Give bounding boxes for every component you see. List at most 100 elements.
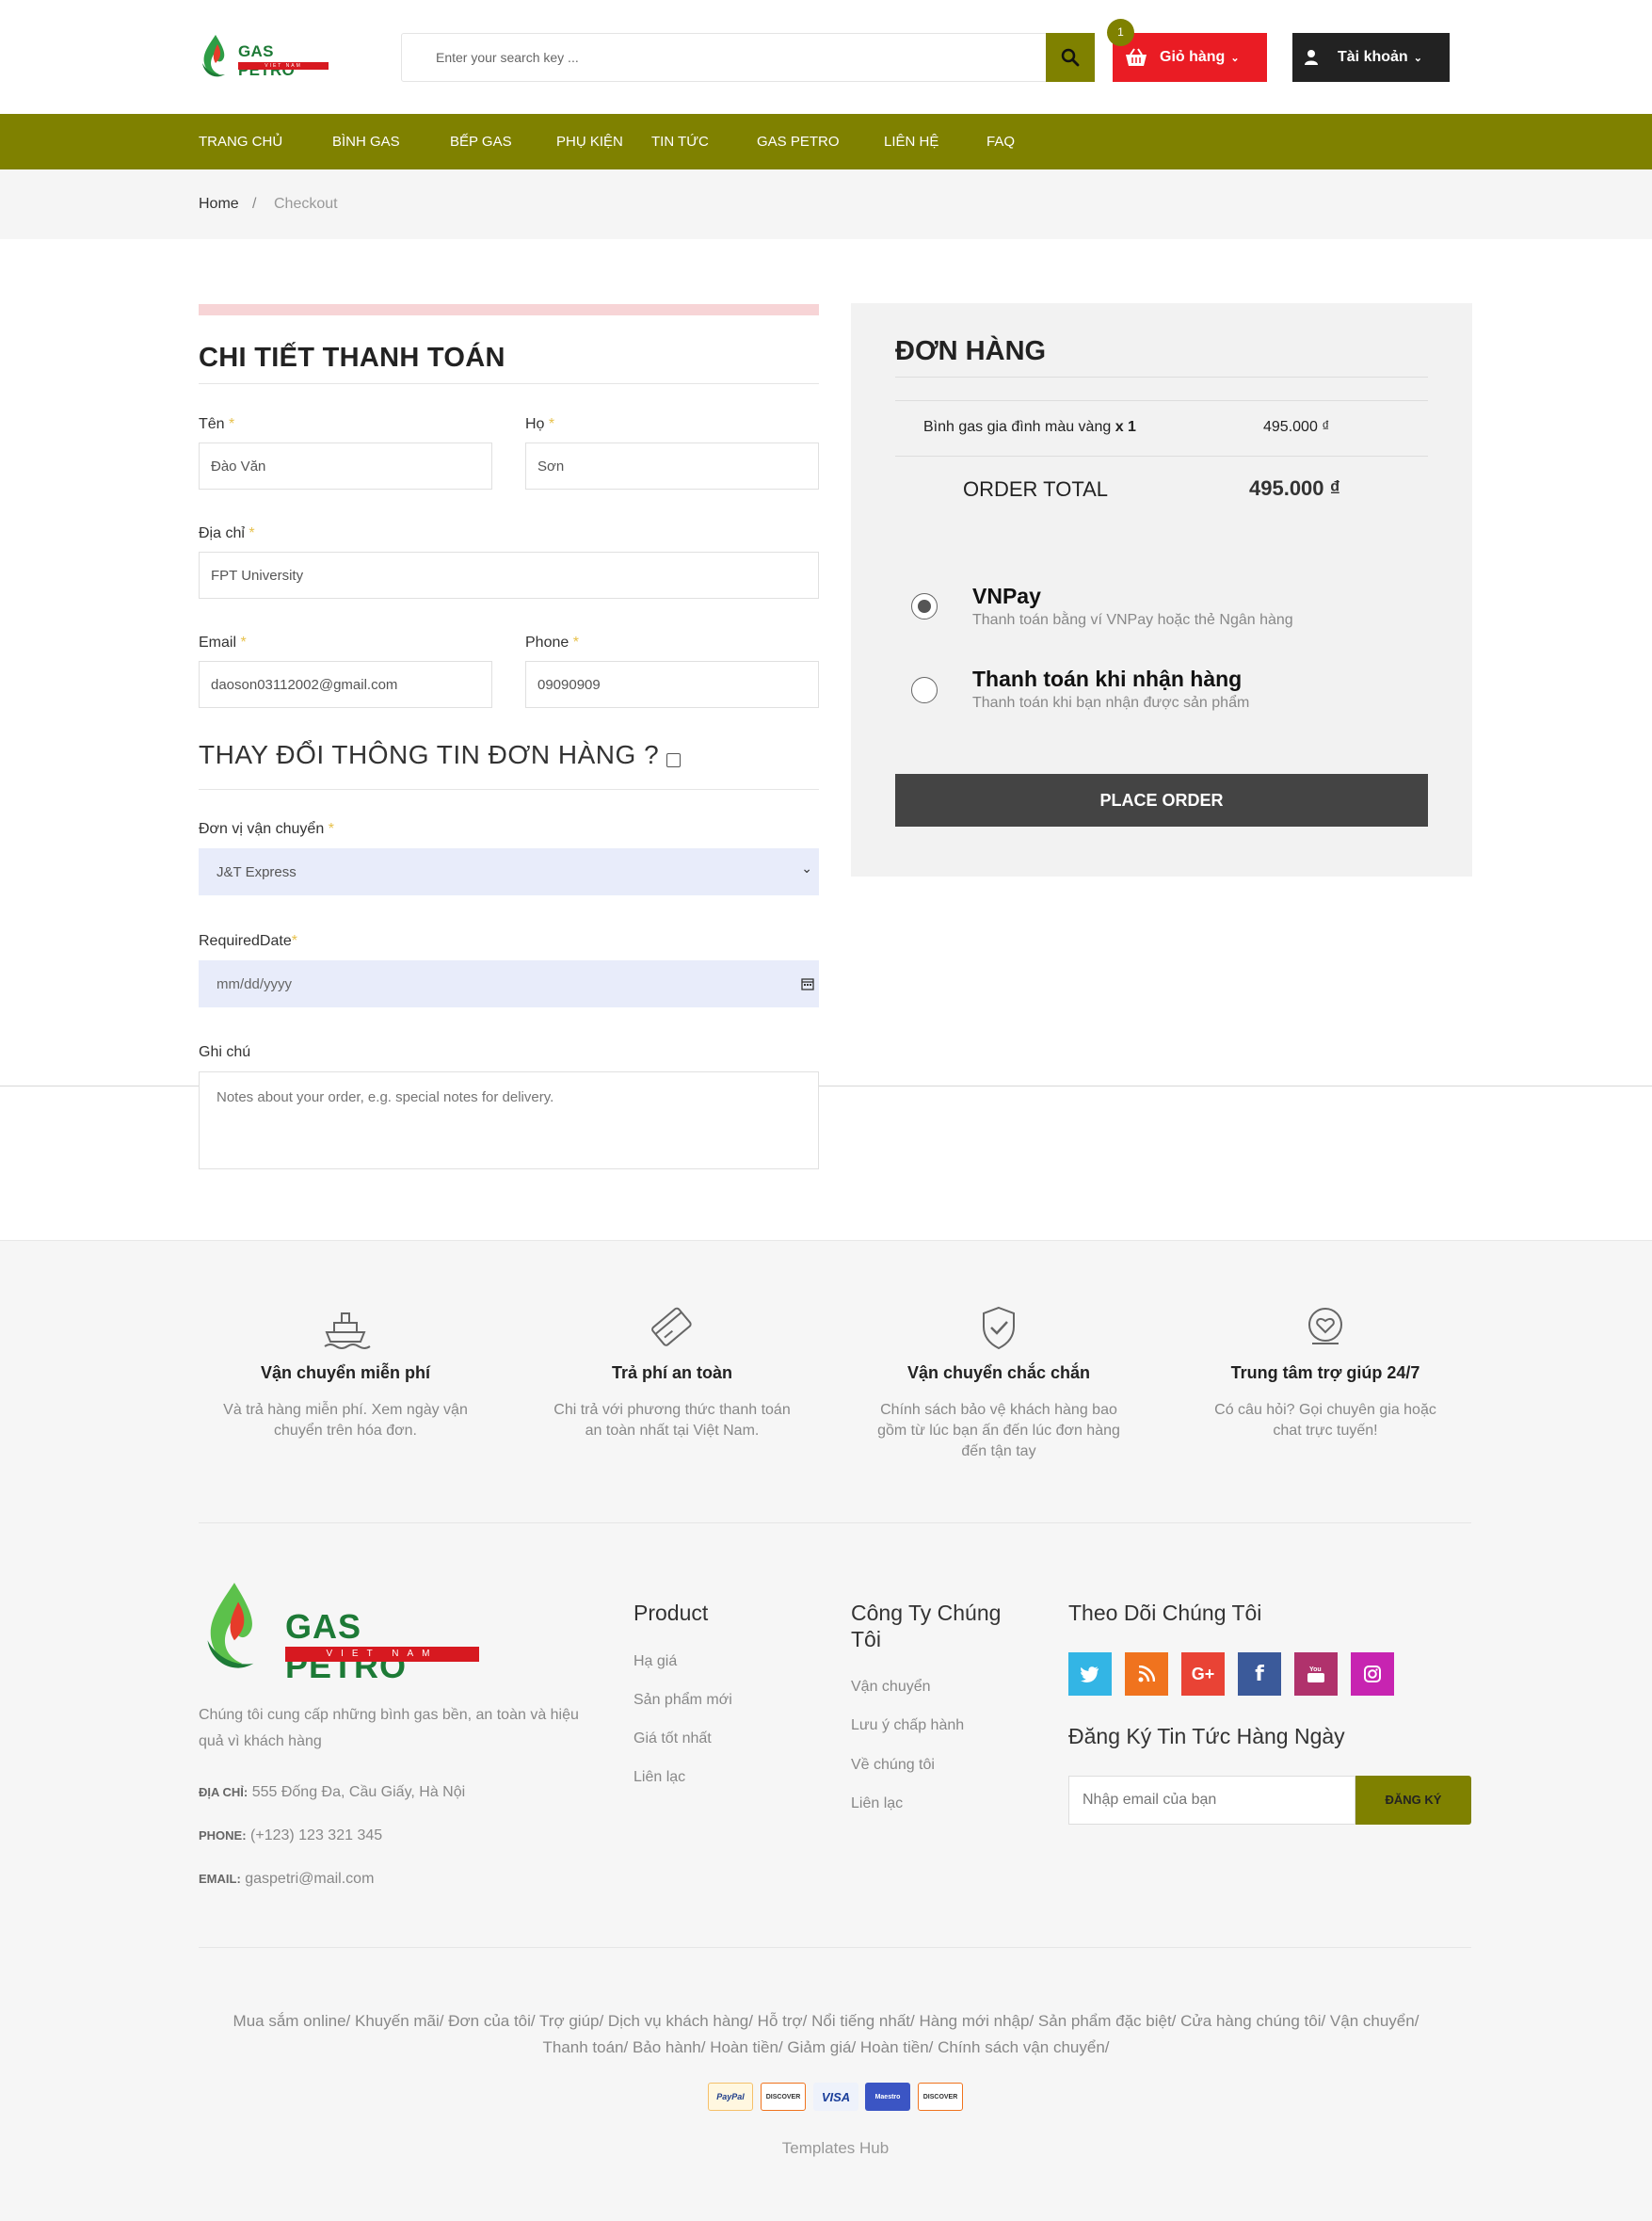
feature-free-shipping: Vận chuyển miễn phí Và trả hàng miễn phí… bbox=[218, 1304, 473, 1441]
email-input[interactable] bbox=[199, 661, 492, 708]
breadcrumb-current: Checkout bbox=[274, 196, 338, 212]
footer-link[interactable]: Giá tốt nhất bbox=[634, 1730, 712, 1747]
date-placeholder: mm/dd/yyyy bbox=[217, 975, 293, 992]
instagram-icon[interactable] bbox=[1351, 1652, 1394, 1696]
visa-card-icon: VISA bbox=[813, 2083, 858, 2111]
shield-check-icon bbox=[983, 1306, 1015, 1350]
first-name-label: Tên * bbox=[199, 416, 235, 432]
feature-secure-payment: Trả phí an toàn Chi trả với phương thức … bbox=[545, 1304, 799, 1441]
newsletter-email-input[interactable] bbox=[1068, 1776, 1355, 1825]
ship-icon bbox=[324, 1312, 371, 1349]
footer-link[interactable]: Về chúng tôi bbox=[851, 1757, 935, 1774]
feature-desc: Có câu hỏi? Gọi chuyên gia hoặc chat trự… bbox=[1214, 1402, 1436, 1439]
nav-item-gas-stove[interactable]: BẾP GAS bbox=[450, 114, 512, 169]
order-summary: ĐƠN HÀNG Bình gas gia đình màu vàng x 1 … bbox=[851, 303, 1472, 877]
vnpay-desc: Thanh toán bằng ví VNPay hoặc thẻ Ngân h… bbox=[972, 612, 1293, 628]
footer-credit[interactable]: Templates Hub bbox=[0, 2139, 1652, 2158]
logo-text: GAS PETRO bbox=[238, 42, 296, 79]
footer-link[interactable]: Lưu ý chấp hành bbox=[851, 1717, 964, 1734]
order-title: ĐƠN HÀNG bbox=[895, 336, 1047, 366]
newsletter-submit-button[interactable]: ĐĂNG KÝ bbox=[1355, 1776, 1471, 1825]
facebook-icon[interactable]: f bbox=[1238, 1652, 1281, 1696]
order-item-price: 495.000 ₫ bbox=[1263, 419, 1330, 435]
order-total-label: ORDER TOTAL bbox=[963, 477, 1109, 501]
cod-name: Thanh toán khi nhận hàng bbox=[972, 667, 1243, 691]
vnpay-name: VNPay bbox=[972, 584, 1041, 608]
cod-radio[interactable] bbox=[911, 677, 938, 703]
first-name-input[interactable] bbox=[199, 443, 492, 490]
twitter-icon[interactable] bbox=[1068, 1652, 1112, 1696]
cart-button[interactable]: Giỏ hàng ⌄ bbox=[1113, 33, 1267, 82]
footer-link[interactable]: Hạ giá bbox=[634, 1653, 677, 1670]
main-nav: TRANG CHỦ BÌNH GAS BẾP GAS PHỤ KIỆN TIN … bbox=[0, 114, 1652, 169]
nav-item-news[interactable]: TIN TỨC bbox=[651, 114, 709, 169]
credit-card-icon bbox=[651, 1307, 692, 1346]
divider bbox=[895, 456, 1428, 457]
feature-title: Vận chuyển chắc chắn bbox=[906, 1363, 1091, 1382]
account-button[interactable]: Tài khoản ⌄ bbox=[1292, 33, 1450, 82]
breadcrumb-separator: / bbox=[252, 196, 257, 212]
google-plus-icon[interactable]: G+ bbox=[1181, 1652, 1225, 1696]
phone-input[interactable] bbox=[525, 661, 819, 708]
email-label: Email * bbox=[199, 635, 247, 651]
divider bbox=[199, 1522, 1471, 1523]
notes-textarea[interactable] bbox=[199, 1071, 819, 1169]
required-date-input[interactable]: mm/dd/yyyy bbox=[199, 960, 819, 1007]
cart-label: Giỏ hàng bbox=[1160, 49, 1226, 65]
phone-label: Phone * bbox=[525, 635, 579, 651]
footer-logo-subtext: VIET NAM bbox=[285, 1647, 479, 1662]
place-order-button[interactable]: PLACE ORDER bbox=[895, 774, 1428, 827]
footer-address: ĐỊA CHỈ: 555 Đống Đa, Cầu Giấy, Hà Nội bbox=[199, 1784, 466, 1800]
footer-logo[interactable]: GAS PETRO VIET NAM bbox=[199, 1575, 481, 1685]
order-total-value: 495.000 ₫ bbox=[1249, 476, 1340, 500]
footer-product-title: Product bbox=[634, 1601, 709, 1625]
notes-label: Ghi chú bbox=[199, 1044, 251, 1060]
paypal-card-icon: PayPal bbox=[708, 2083, 753, 2111]
feature-title: Vận chuyển miễn phí bbox=[260, 1363, 431, 1382]
footer-link[interactable]: Vận chuyển bbox=[851, 1679, 931, 1696]
nav-item-gas-petro[interactable]: GAS PETRO bbox=[757, 114, 840, 169]
chevron-down-icon: ⌄ bbox=[1413, 52, 1422, 64]
chevron-down-icon: ⌄ bbox=[1230, 52, 1240, 64]
footer-bottom-links[interactable]: Mua sắm online/ Khuyến mãi/ Đơn của tôi/… bbox=[226, 2008, 1426, 2061]
nav-item-accessories[interactable]: PHỤ KIỆN bbox=[556, 114, 623, 169]
site-logo[interactable]: GAS PETRO VIET NAM bbox=[199, 31, 330, 80]
order-item-name: Bình gas gia đình màu vàng x 1 bbox=[923, 419, 1136, 435]
shipper-label: Đơn vị vận chuyển * bbox=[199, 821, 334, 837]
footer-follow-title: Theo Dõi Chúng Tôi bbox=[1068, 1601, 1262, 1625]
breadcrumb-home[interactable]: Home bbox=[199, 169, 239, 239]
nav-item-contact[interactable]: LIÊN HỆ bbox=[884, 114, 938, 169]
shipper-selected-value: J&T Express bbox=[217, 863, 297, 880]
address-input[interactable] bbox=[199, 552, 819, 599]
footer-link[interactable]: Liên lạc bbox=[851, 1795, 903, 1812]
divider bbox=[199, 789, 819, 790]
calendar-icon[interactable] bbox=[801, 977, 814, 990]
last-name-label: Họ * bbox=[525, 416, 555, 432]
last-name-input[interactable] bbox=[525, 443, 819, 490]
newsletter-title: Đăng Ký Tin Tức Hàng Ngày bbox=[1068, 1724, 1345, 1748]
maestro-card-icon: Maestro bbox=[865, 2083, 910, 2111]
nav-item-gas-cylinder[interactable]: BÌNH GAS bbox=[332, 114, 400, 169]
change-info-checkbox[interactable] bbox=[666, 753, 681, 767]
vnpay-radio[interactable] bbox=[911, 593, 938, 620]
divider bbox=[199, 383, 819, 384]
address-label: Địa chỉ * bbox=[199, 525, 255, 541]
nav-item-home[interactable]: TRANG CHỦ bbox=[199, 114, 282, 169]
rss-icon[interactable] bbox=[1125, 1652, 1168, 1696]
search-input[interactable] bbox=[402, 34, 1046, 81]
cod-desc: Thanh toán khi bạn nhận được sản phẩm bbox=[972, 695, 1250, 711]
youtube-icon[interactable]: You bbox=[1294, 1652, 1338, 1696]
footer-link[interactable]: Sản phẩm mới bbox=[634, 1692, 732, 1709]
footer-link[interactable]: Liên lạc bbox=[634, 1769, 685, 1786]
nav-item-faq[interactable]: FAQ bbox=[986, 114, 1015, 169]
feature-title: Trung tâm trợ giúp 24/7 bbox=[1230, 1363, 1420, 1382]
discover-card-icon: DISCOVER bbox=[761, 2083, 806, 2111]
billing-title: CHI TIẾT THANH TOÁN bbox=[199, 343, 505, 373]
search-button[interactable] bbox=[1046, 33, 1095, 82]
flame-logo-icon bbox=[202, 35, 225, 77]
feature-desc: Chính sách bảo vệ khách hàng bao gồm từ … bbox=[877, 1402, 1120, 1459]
breadcrumb: Home / Checkout bbox=[0, 169, 1652, 239]
shipper-select[interactable]: J&T Express ⌄ bbox=[199, 848, 819, 895]
notice-bar bbox=[199, 304, 819, 315]
feature-desc: Và trả hàng miễn phí. Xem ngày vận chuyể… bbox=[223, 1402, 468, 1439]
